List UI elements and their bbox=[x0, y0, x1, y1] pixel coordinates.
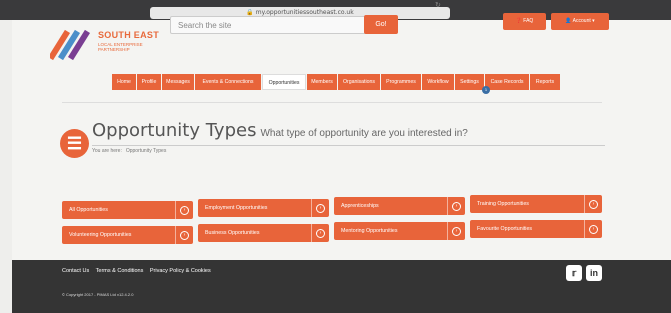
divider bbox=[62, 102, 602, 103]
tile-employment-opportunities[interactable]: Employment Opportunities › bbox=[198, 199, 329, 217]
tile-favourite-opportunities[interactable]: Favourite Opportunities › bbox=[470, 220, 602, 238]
brand-subtitle: LOCAL ENTERPRISE PARTNERSHIP bbox=[98, 42, 143, 52]
tile-all-opportunities[interactable]: All Opportunities › bbox=[62, 201, 193, 219]
screen: 🔒 my.opportunitiessoutheast.co.uk ↻ SOUTH… bbox=[0, 0, 671, 313]
footer-links: Contact Us Terms & Conditions Privacy Po… bbox=[62, 268, 216, 274]
nav-item-case-records[interactable]: Case Records bbox=[485, 74, 529, 90]
go-button[interactable]: Go! bbox=[364, 15, 398, 34]
tile-label: Favourite Opportunities bbox=[477, 226, 533, 232]
nav-item-organisations[interactable]: Organisations bbox=[338, 74, 380, 90]
nav-item-home[interactable]: Home bbox=[112, 74, 136, 90]
twitter-icon[interactable]: 𝕣 bbox=[566, 265, 582, 281]
brand-name: SOUTH EAST bbox=[98, 30, 160, 40]
title-rule bbox=[92, 145, 605, 146]
tile-separator bbox=[447, 222, 448, 240]
page-subtitle: What type of opportunity are you interes… bbox=[260, 128, 468, 139]
nav-item-profile[interactable]: Profile bbox=[137, 74, 161, 90]
tile-separator bbox=[447, 197, 448, 215]
arrow-right-icon: › bbox=[316, 229, 325, 238]
nav-item-reports[interactable]: Reports bbox=[530, 74, 560, 90]
tile-separator bbox=[584, 220, 585, 238]
nav-item-members[interactable]: Members bbox=[307, 74, 337, 90]
footer-link-privacy[interactable]: Privacy Policy & Cookies bbox=[150, 268, 211, 274]
tile-separator bbox=[584, 195, 585, 213]
nav-item-messages[interactable]: Messages bbox=[162, 74, 194, 90]
search-input[interactable]: Search the site bbox=[170, 16, 375, 34]
tile-label: Training Opportunities bbox=[477, 201, 529, 207]
tile-separator bbox=[175, 201, 176, 219]
footer-link-contact[interactable]: Contact Us bbox=[62, 268, 89, 274]
lock-icon: 🔒 bbox=[246, 9, 254, 16]
arrow-right-icon: › bbox=[180, 206, 189, 215]
tile-training-opportunities[interactable]: Training Opportunities › bbox=[470, 195, 602, 213]
tile-apprenticeships[interactable]: Apprenticeships › bbox=[334, 197, 465, 215]
signpost-icon: ☰ bbox=[60, 129, 89, 158]
nav-item-settings[interactable]: Settings bbox=[455, 74, 484, 90]
user-icon: 👤 bbox=[565, 18, 573, 24]
logo-mark-icon bbox=[47, 29, 91, 61]
url-text: my.opportunitiessoutheast.co.uk bbox=[255, 9, 354, 16]
arrow-right-icon: › bbox=[452, 202, 461, 211]
tile-separator bbox=[175, 226, 176, 244]
tile-label: Volunteering Opportunities bbox=[69, 232, 132, 238]
page-title-text: Opportunity Types bbox=[92, 120, 257, 141]
tile-volunteering-opportunities[interactable]: Volunteering Opportunities › bbox=[62, 226, 193, 244]
nav-item-events[interactable]: Events & Connections bbox=[195, 74, 261, 90]
nav-item-workflow[interactable]: Workflow bbox=[422, 74, 454, 90]
arrow-right-icon: › bbox=[180, 231, 189, 240]
chevron-down-icon: ▾ bbox=[590, 18, 595, 24]
tile-label: Apprenticeships bbox=[341, 203, 379, 209]
tile-label: Employment Opportunities bbox=[205, 205, 268, 211]
logo[interactable]: SOUTH EAST LOCAL ENTERPRISE PARTNERSHIP bbox=[47, 26, 170, 72]
tile-label: Business Opportunities bbox=[205, 230, 260, 236]
tile-separator bbox=[311, 199, 312, 217]
workflow-badge: 1 bbox=[482, 86, 490, 94]
nav-item-programmes[interactable]: Programmes bbox=[381, 74, 421, 90]
account-button[interactable]: 👤 Account ▾ bbox=[551, 13, 609, 30]
reload-icon[interactable]: ↻ bbox=[435, 0, 441, 12]
linkedin-icon[interactable]: in bbox=[586, 265, 602, 281]
breadcrumb-current[interactable]: Opportunity Types bbox=[126, 148, 167, 154]
arrow-right-icon: › bbox=[452, 227, 461, 236]
tile-label: All Opportunities bbox=[69, 207, 108, 213]
account-label: Account bbox=[572, 18, 591, 24]
tile-label: Mentoring Opportunities bbox=[341, 228, 398, 234]
faq-label: FAQ bbox=[523, 18, 534, 24]
tile-mentoring-opportunities[interactable]: Mentoring Opportunities › bbox=[334, 222, 465, 240]
tile-business-opportunities[interactable]: Business Opportunities › bbox=[198, 224, 329, 242]
breadcrumb: You are here: Opportunity Types bbox=[92, 148, 170, 154]
main-nav: Home Profile Messages Events & Connectio… bbox=[112, 74, 609, 90]
breadcrumb-prefix: You are here: bbox=[92, 148, 122, 154]
arrow-right-icon: › bbox=[589, 225, 598, 234]
footer-link-terms[interactable]: Terms & Conditions bbox=[96, 268, 144, 274]
nav-item-opportunities[interactable]: Opportunities bbox=[262, 74, 306, 90]
copyright: © Copyright 2017 - PIMAS Ltd v12.4.2.0 bbox=[62, 292, 134, 297]
arrow-right-icon: › bbox=[589, 200, 598, 209]
arrow-right-icon: › bbox=[316, 204, 325, 213]
page-title: Opportunity Types What type of opportunit… bbox=[92, 120, 468, 141]
faq-button[interactable]: ❓ FAQ bbox=[503, 13, 546, 30]
tile-separator bbox=[311, 224, 312, 242]
